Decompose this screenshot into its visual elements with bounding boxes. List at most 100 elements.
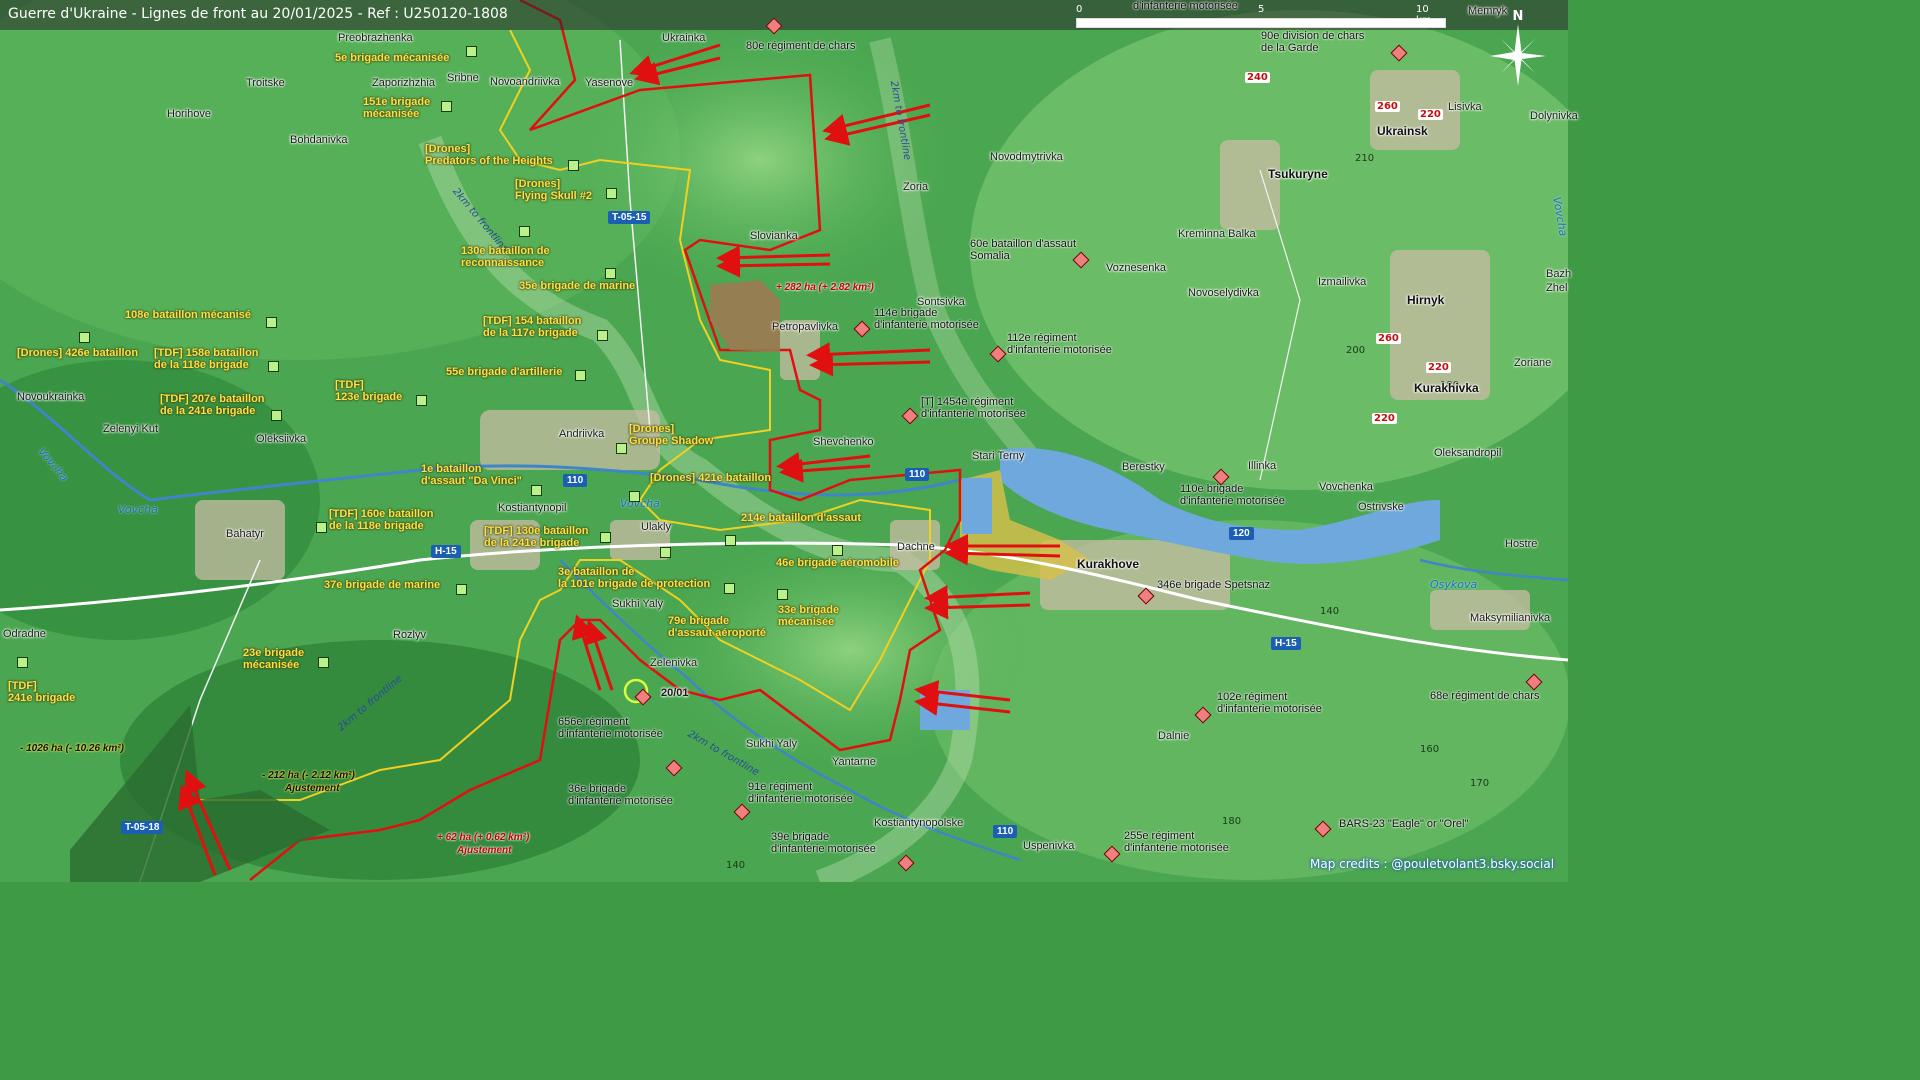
town-label[interactable]: Oleksiivka: [256, 433, 306, 445]
town-label[interactable]: Kostiantynopolske: [874, 817, 963, 829]
town-label[interactable]: Memryk: [1468, 5, 1507, 17]
town-label[interactable]: Berestky: [1122, 461, 1165, 473]
russian-unit-label[interactable]: 80e régiment de chars: [746, 40, 855, 52]
town-label[interactable]: Dachne: [897, 541, 935, 553]
town-label[interactable]: Maksymilianivka: [1470, 612, 1550, 624]
town-label[interactable]: Dalnie: [1158, 730, 1189, 742]
town-label[interactable]: Sukhi Yaly: [746, 738, 797, 750]
map-credits[interactable]: Map credits : @pouletvolant3.bsky.social: [1310, 857, 1554, 871]
russian-unit-label[interactable]: 112e régiment d'infanterie motorisée: [1007, 332, 1112, 356]
town-label[interactable]: Hostre: [1505, 538, 1537, 550]
major-town-label[interactable]: Kurakhivka: [1414, 382, 1479, 394]
town-label[interactable]: Horihove: [167, 108, 211, 120]
ukrainian-unit-icon[interactable]: [441, 101, 452, 112]
town-label[interactable]: Uspenivka: [1023, 840, 1074, 852]
town-label[interactable]: Petropavlivka: [772, 321, 838, 333]
ukrainian-unit-label[interactable]: [TDF] 123e brigade: [335, 379, 402, 403]
ukrainian-unit-label[interactable]: 46e brigade aéromobile: [776, 557, 899, 569]
ukrainian-unit-label[interactable]: [TDF] 207e bataillon de la 241e brigade: [160, 393, 265, 417]
ukrainian-unit-label[interactable]: 55e brigade d'artillerie: [446, 366, 562, 378]
major-town-label[interactable]: Kurakhove: [1077, 558, 1139, 570]
ukrainian-unit-label[interactable]: 108e bataillon mécanisé: [125, 309, 251, 321]
town-label[interactable]: Ukrainka: [662, 32, 705, 44]
town-label[interactable]: Zaporizhzhia: [372, 77, 435, 89]
town-label[interactable]: Andriivka: [559, 428, 604, 440]
ukrainian-unit-icon[interactable]: [316, 522, 327, 533]
major-town-label[interactable]: Tsukuryne: [1268, 168, 1328, 180]
town-label[interactable]: Bazh: [1546, 268, 1571, 280]
town-label[interactable]: Zelenivka: [650, 657, 697, 669]
town-label[interactable]: Illinka: [1248, 460, 1276, 472]
russian-unit-label[interactable]: d'infanterie motorisée: [1133, 0, 1238, 12]
russian-unit-label[interactable]: 68e régiment de chars: [1430, 690, 1539, 702]
town-label[interactable]: Troitske: [246, 77, 285, 89]
major-town-label[interactable]: Ukrainsk: [1377, 125, 1428, 137]
ukrainian-unit-icon[interactable]: [606, 188, 617, 199]
town-label[interactable]: Yantarne: [832, 756, 876, 768]
major-town-label[interactable]: Hirnyk: [1407, 294, 1444, 306]
ukrainian-unit-icon[interactable]: [318, 657, 329, 668]
ukrainian-unit-label[interactable]: [TDF] 154 bataillon de la 117e brigade: [483, 315, 581, 339]
town-label[interactable]: Sribne: [447, 72, 479, 84]
russian-unit-label[interactable]: 110e brigade d'infanterie motorisée: [1180, 483, 1285, 507]
ukrainian-unit-label[interactable]: 1e bataillon d'assaut "Da Vinci": [421, 463, 522, 487]
town-label[interactable]: Ostrivske: [1358, 501, 1404, 513]
ukrainian-unit-label[interactable]: [Drones] Flying Skull #2: [515, 178, 592, 202]
ukrainian-unit-label[interactable]: [Drones] 421e bataillon: [650, 472, 771, 484]
russian-unit-label[interactable]: 36e brigade d'infanterie motorisée: [568, 783, 673, 807]
town-label[interactable]: Rozlyv: [393, 629, 426, 641]
ukrainian-unit-label[interactable]: [TDF] 241e brigade: [8, 680, 75, 704]
town-label[interactable]: Novodmytrivka: [990, 151, 1063, 163]
ukrainian-unit-icon[interactable]: [568, 160, 579, 171]
ukrainian-unit-icon[interactable]: [17, 657, 28, 668]
town-label[interactable]: Shevchenko: [813, 436, 874, 448]
ukrainian-unit-icon[interactable]: [79, 332, 90, 343]
russian-unit-label[interactable]: 102e régiment d'infanterie motorisée: [1217, 691, 1322, 715]
town-label[interactable]: Novoukrainka: [17, 391, 84, 403]
town-label[interactable]: Sukhi Yaly: [612, 598, 663, 610]
ukrainian-unit-icon[interactable]: [660, 547, 671, 558]
russian-unit-label[interactable]: 656e régiment d'infanterie motorisée: [558, 716, 663, 740]
town-label[interactable]: Dolynivka: [1530, 110, 1578, 122]
town-label[interactable]: Preobrazhenka: [338, 32, 413, 44]
russian-unit-label[interactable]: 91e régiment d'infanterie motorisée: [748, 781, 853, 805]
ukrainian-unit-label[interactable]: [TDF] 158e bataillon de la 118e brigade: [154, 347, 259, 371]
ukrainian-unit-icon[interactable]: [271, 410, 282, 421]
ukrainian-unit-icon[interactable]: [266, 317, 277, 328]
ukrainian-unit-icon[interactable]: [600, 532, 611, 543]
ukrainian-unit-label[interactable]: 151e brigade mécanisée: [363, 96, 430, 120]
town-label[interactable]: Vovchenka: [1319, 481, 1373, 493]
russian-unit-label[interactable]: BARS-23 "Eagle" or "Orel": [1339, 818, 1468, 830]
ukrainian-unit-label[interactable]: 79e brigade d'assaut aéroporté: [668, 615, 766, 639]
town-label[interactable]: Oleksandropil: [1434, 447, 1501, 459]
ukrainian-unit-label[interactable]: 3e bataillon de la 101e brigade de prote…: [558, 566, 710, 590]
town-label[interactable]: Zhel: [1546, 282, 1567, 294]
town-label[interactable]: Odradne: [3, 628, 46, 640]
ukrainian-unit-label[interactable]: 33e brigade mécanisée: [778, 604, 839, 628]
town-label[interactable]: Stari Terny: [972, 450, 1024, 462]
town-label[interactable]: Bohdanivka: [290, 134, 348, 146]
ukrainian-unit-label[interactable]: 23e brigade mécanisée: [243, 647, 304, 671]
ukrainian-unit-label[interactable]: 214e bataillon d'assaut: [741, 512, 861, 524]
town-label[interactable]: Zelenyi Kut: [103, 423, 158, 435]
town-label[interactable]: Bahatyr: [226, 528, 264, 540]
ukrainian-unit-label[interactable]: [Drones] 426e bataillon: [17, 347, 138, 359]
russian-unit-label[interactable]: [T] 1454e régiment d'infanterie motorisé…: [921, 396, 1026, 420]
ukrainian-unit-icon[interactable]: [616, 443, 627, 454]
ukrainian-unit-icon[interactable]: [725, 535, 736, 546]
town-label[interactable]: Novoandriivka: [490, 76, 560, 88]
town-label[interactable]: Lisivka: [1448, 101, 1482, 113]
ukrainian-unit-icon[interactable]: [531, 485, 542, 496]
town-label[interactable]: Kostiantynopil: [498, 502, 567, 514]
town-label[interactable]: Zoria: [903, 181, 928, 193]
ukrainian-unit-icon[interactable]: [519, 226, 530, 237]
ukrainian-unit-label[interactable]: 5e brigade mécanisée: [335, 52, 449, 64]
russian-unit-label[interactable]: 39e brigade d'infanterie motorisée: [771, 831, 876, 855]
russian-unit-label[interactable]: 90e division de chars de la Garde: [1261, 30, 1364, 54]
ukrainian-unit-icon[interactable]: [416, 395, 427, 406]
ukrainian-unit-label[interactable]: 130e bataillon de reconnaissance: [461, 245, 550, 269]
town-label[interactable]: Kreminna Balka: [1178, 228, 1256, 240]
ukrainian-unit-icon[interactable]: [629, 491, 640, 502]
ukrainian-unit-icon[interactable]: [832, 545, 843, 556]
town-label[interactable]: Slovianka: [750, 230, 798, 242]
